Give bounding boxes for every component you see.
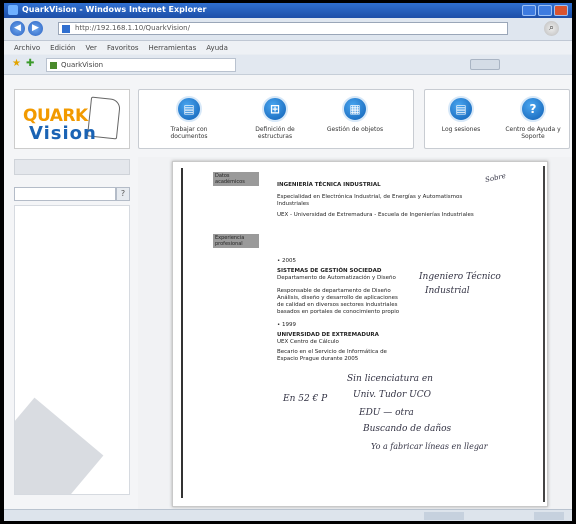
handwritten-note: Univ. Tudor UCO [353, 390, 431, 400]
doc-line: Becario en el Servicio de Informática de [277, 349, 387, 355]
tab-quarkvision[interactable]: QuarkVision [46, 58, 236, 72]
window-controls [522, 5, 568, 16]
handwritten-note: Yo a fabricar líneas en llegar [371, 442, 488, 451]
scan-edge-left [181, 168, 183, 498]
help-icon: ? [520, 96, 546, 122]
favorites-star-icon[interactable]: ★ [12, 58, 21, 69]
menu-herramientas[interactable]: Herramientas [149, 44, 197, 52]
handwritten-note: En 52 € P [283, 394, 328, 404]
menu-ayuda[interactable]: Ayuda [206, 44, 228, 52]
doc-line: de calidad en diversos sectores industri… [277, 302, 398, 308]
forward-icon[interactable]: ▶ [28, 21, 43, 36]
centro-ayuda-label: Centro de Ayuda y Soporte [505, 126, 561, 140]
menu-ver[interactable]: Ver [86, 44, 97, 52]
add-favorites-icon[interactable]: ✚ [26, 58, 34, 69]
handwritten-note: Industrial [425, 286, 470, 296]
secondary-toolbar: ▤ Log sesiones ? Centro de Ayuda y Sopor… [424, 89, 570, 149]
status-bar [4, 509, 572, 521]
page-content: QUARK Vision ▤ Trabajar con documentos ⊞… [4, 75, 572, 509]
zoom-control[interactable] [534, 512, 564, 520]
maximize-icon[interactable] [538, 5, 552, 16]
doc-line: Departamento de Automatización y Diseño [277, 275, 396, 281]
ie-app-icon [8, 5, 18, 15]
objects-icon: ▦ [342, 96, 368, 122]
menu-edicion[interactable]: Edición [50, 44, 75, 52]
security-zone-indicator [424, 512, 464, 520]
doc-line: SISTEMAS DE GESTIÓN SOCIEDAD [277, 268, 382, 274]
structure-icon: ⊞ [262, 96, 288, 122]
log-sesiones-label: Log sesiones [441, 126, 481, 133]
log-sesiones-button[interactable]: ▤ Log sesiones [429, 96, 493, 133]
address-toolbar: ◀ ▶ http://192.168.1.10/QuarkVision/ ⌕ [4, 18, 572, 41]
section-label-academic: Datos académicos [213, 172, 259, 186]
menu-archivo[interactable]: Archivo [14, 44, 40, 52]
left-panel-header [14, 159, 130, 175]
handwritten-note: EDU — otra [359, 408, 414, 418]
title-bar: QuarkVision - Windows Internet Explorer [4, 3, 572, 18]
doc-line: UEX Centro de Cálculo [277, 339, 339, 345]
definicion-estructuras-label: Definición de estructuras [255, 126, 295, 140]
scanned-document-page: Datos académicos Experiencia profesional I… [172, 161, 548, 507]
address-url: http://192.168.1.10/QuarkVision/ [75, 24, 190, 32]
handwritten-note: Sobre [484, 171, 507, 185]
doc-line: Responsable de departamento de Diseño [277, 288, 391, 294]
doc-line: • 1999 [277, 322, 296, 328]
doc-line: Espacio Prague durante 2005 [277, 356, 359, 362]
logo-vision-text: Vision [29, 123, 97, 144]
doc-line: INGENIERÍA TÉCNICA INDUSTRIAL [277, 182, 381, 188]
close-icon[interactable] [554, 5, 568, 16]
doc-line: UNIVERSIDAD DE EXTREMADURA [277, 332, 379, 338]
scan-edge-right [543, 166, 545, 502]
back-icon[interactable]: ◀ [10, 21, 25, 36]
decorative-page-shape [15, 397, 104, 494]
doc-line: UEX - Universidad de Extremadura - Escue… [277, 212, 474, 218]
doc-line: basados en portales de conocimiento prop… [277, 309, 400, 315]
search-help-button[interactable]: ? [116, 187, 130, 201]
minimize-icon[interactable] [522, 5, 536, 16]
search-input[interactable] [14, 187, 116, 201]
log-icon: ▤ [448, 96, 474, 122]
handwritten-note: Sin licenciatura en [347, 374, 433, 384]
page-favicon-icon [62, 25, 70, 33]
doc-line: Análisis, diseño y desarrollo de aplicac… [277, 295, 398, 301]
document-viewer[interactable]: Datos académicos Experiencia profesional I… [138, 157, 572, 509]
search-icon[interactable]: ⌕ [544, 21, 559, 36]
tab-bar: ★ ✚ QuarkVision [4, 55, 572, 75]
section-label-experience: Experiencia profesional [213, 234, 259, 248]
document-icon: ▤ [176, 96, 202, 122]
handwritten-note: Ingeniero Técnico [419, 272, 501, 282]
left-tree-panel [14, 205, 130, 495]
quarkvision-logo: QUARK Vision [14, 89, 130, 149]
menu-bar: Archivo Edición Ver Favoritos Herramient… [4, 41, 572, 54]
doc-line: • 2005 [277, 258, 296, 264]
main-toolbar: ▤ Trabajar con documentos ⊞ Definición d… [138, 89, 414, 149]
window-title: QuarkVision - Windows Internet Explorer [22, 5, 207, 14]
gestion-objetos-button[interactable]: ▦ Gestión de objetos [323, 96, 387, 133]
tab-favicon-icon [50, 62, 57, 69]
trabajar-documentos-label: Trabajar con documentos [170, 126, 208, 140]
handwritten-note: Buscando de daños [363, 424, 452, 434]
home-button[interactable] [470, 59, 500, 70]
browser-window: QuarkVision - Windows Internet Explorer … [4, 3, 572, 521]
address-input[interactable]: http://192.168.1.10/QuarkVision/ [58, 22, 508, 35]
menu-favoritos[interactable]: Favoritos [107, 44, 139, 52]
doc-line: Industriales [277, 201, 310, 207]
gestion-objetos-label: Gestión de objetos [326, 126, 384, 133]
doc-line: Especialidad en Electrónica Industrial, … [277, 194, 463, 200]
centro-ayuda-button[interactable]: ? Centro de Ayuda y Soporte [501, 96, 565, 140]
definicion-estructuras-button[interactable]: ⊞ Definición de estructuras [243, 96, 307, 140]
tab-label: QuarkVision [61, 61, 104, 69]
trabajar-documentos-button[interactable]: ▤ Trabajar con documentos [157, 96, 221, 140]
